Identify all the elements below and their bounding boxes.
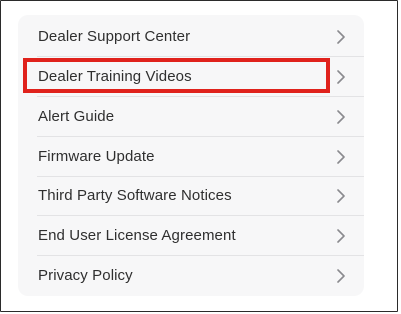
menu-item-dealer-training-videos[interactable]: Dealer Training Videos <box>18 57 364 96</box>
chevron-right-icon <box>337 149 345 164</box>
menu-item-label: Privacy Policy <box>38 267 133 284</box>
menu-item-firmware-update[interactable]: Firmware Update <box>18 137 364 176</box>
menu-item-label: Dealer Training Videos <box>38 68 192 85</box>
menu-item-label: End User License Agreement <box>38 227 236 244</box>
chevron-right-icon <box>337 29 345 44</box>
chevron-right-icon <box>337 69 345 84</box>
chevron-right-icon <box>337 268 345 283</box>
menu-item-privacy-policy[interactable]: Privacy Policy <box>18 256 364 295</box>
menu-item-end-user-license-agreement[interactable]: End User License Agreement <box>18 216 364 255</box>
menu-item-dealer-support-center[interactable]: Dealer Support Center <box>18 17 364 56</box>
screen-frame: Dealer Support Center Dealer Training Vi… <box>0 0 398 312</box>
menu-item-label: Dealer Support Center <box>38 28 191 45</box>
settings-menu-panel: Dealer Support Center Dealer Training Vi… <box>18 15 364 296</box>
menu-item-label: Firmware Update <box>38 148 155 165</box>
menu-item-label: Third Party Software Notices <box>38 187 232 204</box>
chevron-right-icon <box>337 109 345 124</box>
chevron-right-icon <box>337 188 345 203</box>
menu-item-alert-guide[interactable]: Alert Guide <box>18 97 364 136</box>
menu-item-third-party-software-notices[interactable]: Third Party Software Notices <box>18 176 364 215</box>
menu-item-label: Alert Guide <box>38 108 115 125</box>
chevron-right-icon <box>337 228 345 243</box>
